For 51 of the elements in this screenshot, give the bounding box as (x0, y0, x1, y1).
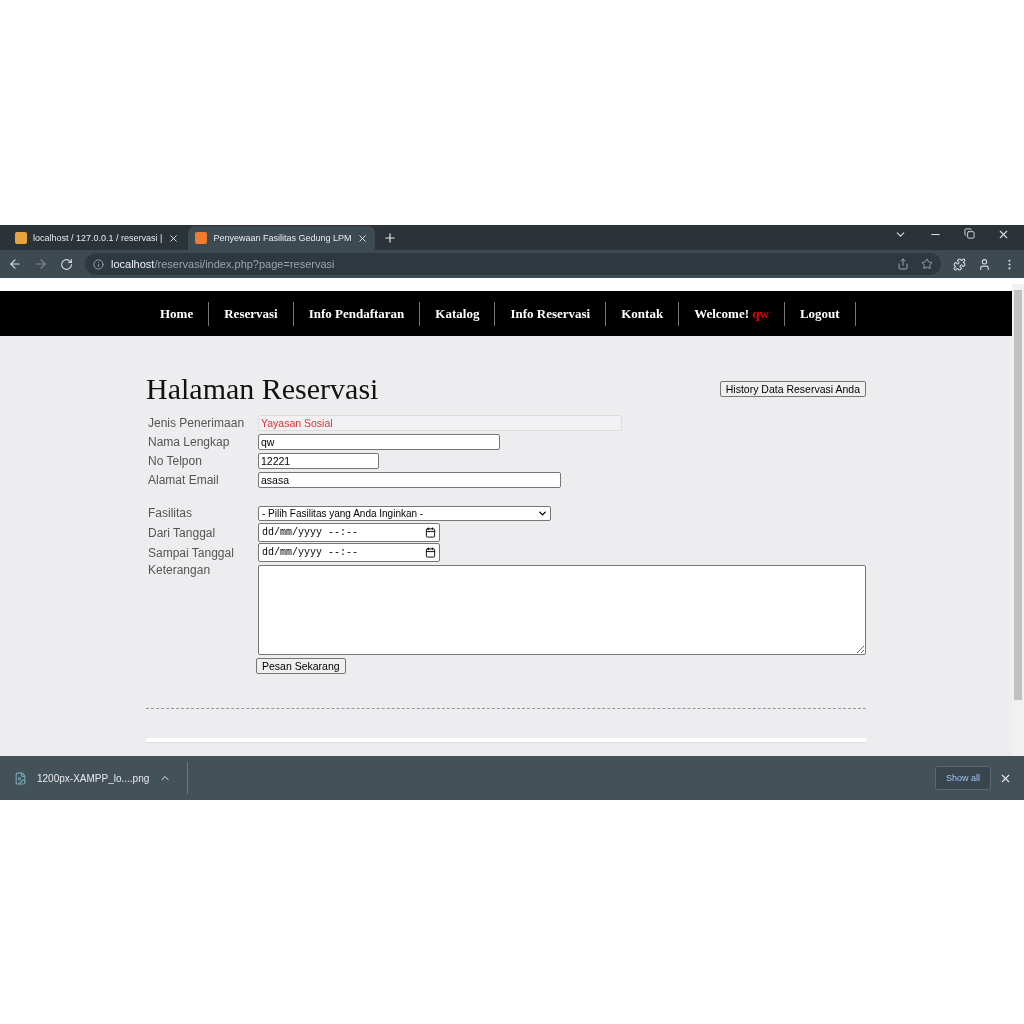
page-title: Halaman Reservasi (146, 372, 379, 406)
field-label: Sampai Tanggal (147, 545, 235, 560)
field-label: Alamat Email (147, 473, 220, 487)
reload-icon[interactable] (60, 257, 73, 271)
calendar-icon (425, 527, 436, 538)
favicon-icon (195, 232, 208, 244)
nav-link[interactable]: Katalog (420, 301, 496, 326)
new-tab-icon[interactable] (383, 231, 398, 245)
text-field[interactable]: 12221 (258, 453, 379, 469)
nav-link[interactable]: Info Reservasi (495, 301, 607, 326)
history-button[interactable]: History Data Reservasi Anda (719, 381, 866, 397)
info-icon (93, 258, 104, 270)
text-area[interactable] (258, 565, 866, 655)
submit-button[interactable]: Pesan Sekarang (256, 658, 346, 674)
browser-tab[interactable]: Penyewaan Fasilitas Gedung LPM (188, 226, 376, 250)
field-label: Keterangan (147, 563, 212, 577)
address-bar[interactable]: localhost/reservasi/index.php?page=reservasi (85, 253, 941, 275)
field-label: Dari Tanggal (147, 525, 217, 540)
calendar-icon (425, 547, 436, 558)
download-item[interactable]: 1200px-XAMPP_lo....png (14, 762, 189, 794)
favicon-icon (15, 232, 27, 244)
date-field[interactable]: dd/mm/yyyy --:-- (258, 543, 440, 562)
profile-icon[interactable] (978, 257, 991, 271)
nav-link[interactable]: Logout (784, 301, 856, 326)
forward-icon[interactable] (34, 257, 48, 271)
show-all-button[interactable]: Show all (934, 766, 991, 790)
puzzle-icon[interactable] (953, 257, 966, 271)
close-icon[interactable] (997, 228, 1010, 241)
close-icon[interactable] (357, 232, 369, 244)
text-field[interactable]: qw (258, 434, 500, 450)
file-icon (14, 771, 27, 785)
field-label: Nama Lengkap (147, 435, 231, 449)
text-field[interactable]: Yayasan Sosial (258, 415, 622, 431)
dropdown[interactable]: - Pilih Fasilitas yang Anda Inginkan - (258, 505, 551, 521)
close-icon[interactable] (168, 232, 180, 244)
nav-link[interactable]: Reservasi (209, 301, 294, 326)
restore-icon[interactable] (964, 228, 975, 239)
scrollbar[interactable] (1012, 284, 1024, 756)
star-icon[interactable] (921, 258, 933, 270)
field-label: Jenis Penerimaan (147, 416, 246, 430)
nav-link[interactable]: Home (145, 301, 210, 326)
browser-tab[interactable]: localhost / 127.0.0.1 / reservasi | (8, 226, 187, 250)
nav-link[interactable]: Kontak (606, 301, 680, 326)
back-icon[interactable] (8, 257, 22, 271)
field-label: No Telpon (147, 454, 203, 468)
share-icon[interactable] (897, 258, 909, 270)
nav-link[interactable]: Info Pendaftaran (293, 301, 421, 326)
field-label: Fasilitas (147, 506, 193, 520)
text-field[interactable]: asasa (258, 472, 561, 488)
nav-link[interactable]: Welcome! qw (679, 301, 785, 326)
date-field[interactable]: dd/mm/yyyy --:-- (258, 523, 440, 542)
